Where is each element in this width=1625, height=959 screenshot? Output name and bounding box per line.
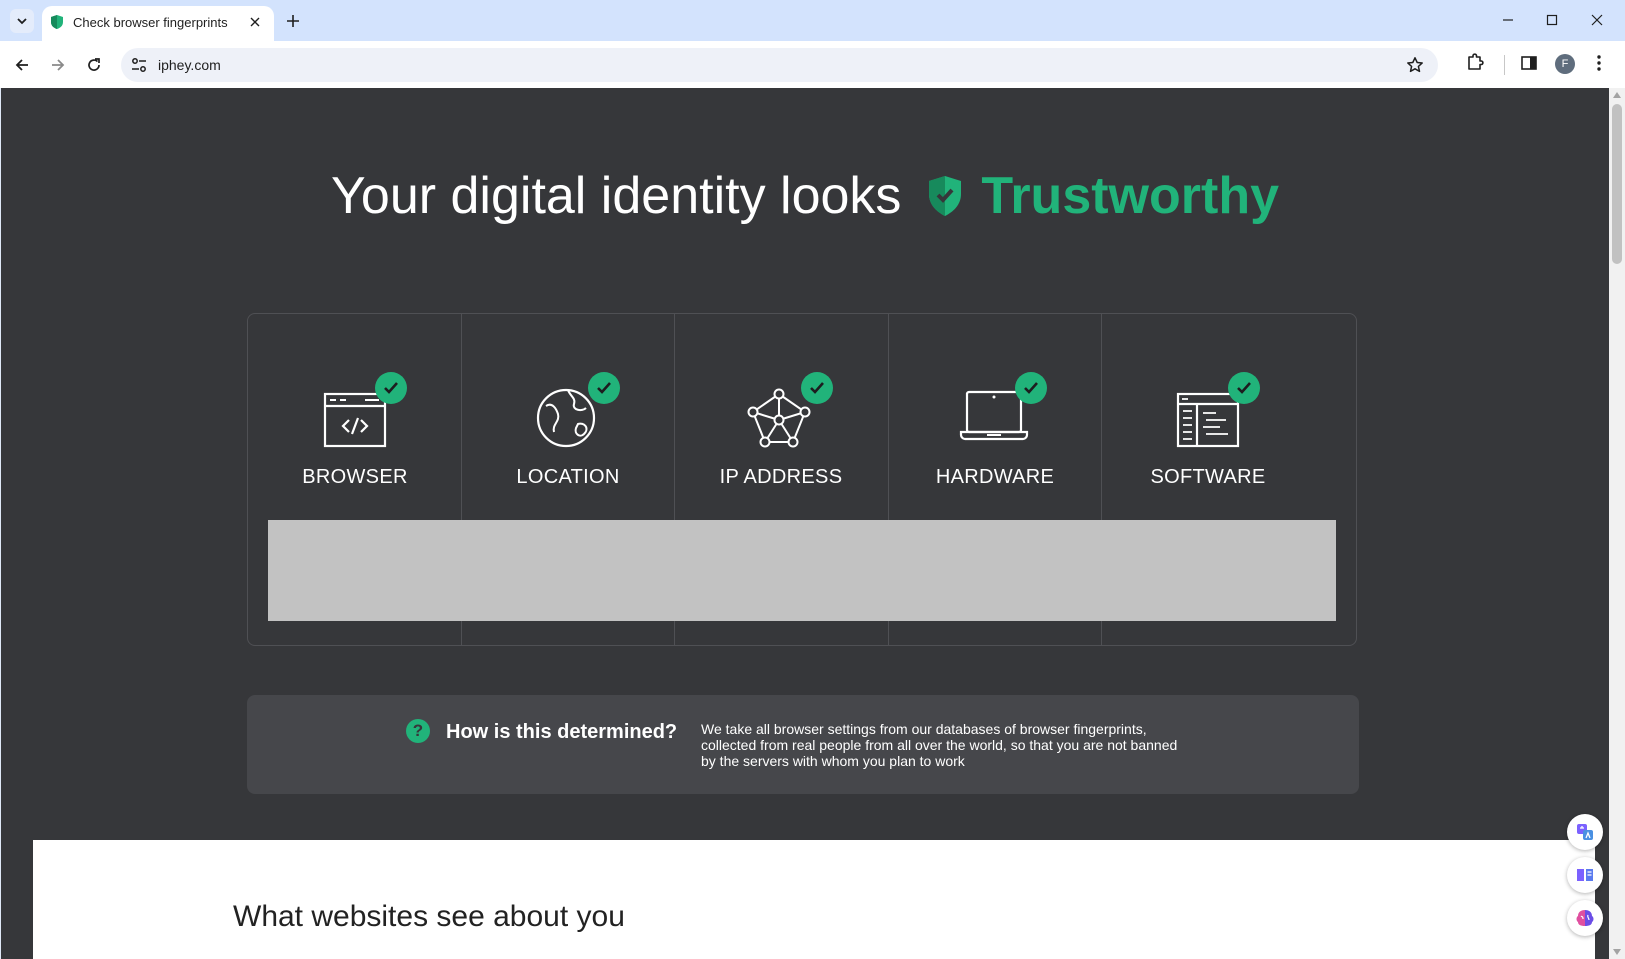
toolbar-separator xyxy=(1504,55,1505,75)
scroll-thumb[interactable] xyxy=(1612,104,1622,264)
category-label: LOCATION xyxy=(516,466,620,488)
scroll-down-icon[interactable] xyxy=(1613,949,1621,955)
arrow-right-icon xyxy=(52,59,65,71)
tab-close-icon[interactable] xyxy=(246,13,264,31)
info-panel: ? How is this determined? We take all br… xyxy=(247,695,1359,794)
minimize-icon xyxy=(1503,19,1513,21)
details-placeholder xyxy=(268,520,1336,621)
kebab-menu-icon[interactable] xyxy=(1596,53,1602,73)
close-window-button[interactable] xyxy=(1583,8,1611,32)
bookmark-star-icon[interactable] xyxy=(1406,56,1424,74)
plus-icon xyxy=(287,15,299,27)
translate-button[interactable] xyxy=(1567,814,1603,850)
extensions-puzzle-icon[interactable] xyxy=(1465,52,1485,72)
verdict: Trustworthy xyxy=(927,166,1279,226)
category-ip-address[interactable]: IP ADDRESS xyxy=(671,372,891,489)
minimize-button[interactable] xyxy=(1494,8,1522,32)
side-panel-icon[interactable] xyxy=(1520,54,1538,72)
check-badge-icon xyxy=(375,372,407,404)
shield-favicon-icon xyxy=(51,15,63,29)
ai-assistant-button[interactable] xyxy=(1567,900,1603,936)
headline-prefix: Your digital identity looks xyxy=(330,167,902,225)
address-bar[interactable]: iphey.com xyxy=(121,48,1438,82)
category-software[interactable]: SOFTWARE xyxy=(1098,372,1318,489)
shield-check-icon xyxy=(929,176,962,216)
forward-button[interactable] xyxy=(44,51,72,79)
site-settings-icon[interactable] xyxy=(130,56,148,74)
headline: Your digital identity looks Trustworthy xyxy=(1,166,1609,226)
profile-avatar[interactable]: F xyxy=(1555,54,1575,74)
maximize-button[interactable] xyxy=(1538,8,1566,32)
book-icon xyxy=(1577,869,1593,881)
reader-button[interactable] xyxy=(1567,857,1603,893)
page-scrollbar[interactable] xyxy=(1609,88,1625,959)
tab-title: Check browser fingerprints xyxy=(73,15,228,30)
info-description: We take all browser settings from our da… xyxy=(701,721,1178,769)
check-badge-icon xyxy=(801,372,833,404)
url-text[interactable]: iphey.com xyxy=(158,57,221,73)
question-icon: ? xyxy=(406,719,430,743)
category-label: SOFTWARE xyxy=(1150,466,1266,488)
scroll-up-icon[interactable] xyxy=(1613,92,1621,98)
category-location[interactable]: LOCATION xyxy=(458,372,678,489)
check-badge-icon xyxy=(1228,372,1260,404)
arrow-left-icon xyxy=(15,59,28,71)
reload-icon xyxy=(88,58,100,71)
new-tab-button[interactable] xyxy=(282,10,304,32)
chevron-down-icon xyxy=(17,18,27,25)
reload-button[interactable] xyxy=(80,51,108,79)
category-label: BROWSER xyxy=(302,466,408,488)
verdict-text: Trustworthy xyxy=(981,167,1279,225)
tab-search-button[interactable] xyxy=(10,9,34,33)
category-hardware[interactable]: HARDWARE xyxy=(885,372,1105,489)
check-badge-icon xyxy=(1015,372,1047,404)
translate-icon xyxy=(1577,824,1593,840)
section-heading: What websites see about you xyxy=(233,900,625,933)
category-label: HARDWARE xyxy=(935,466,1055,488)
website-info-section: What websites see about you xyxy=(33,840,1595,959)
check-badge-icon xyxy=(588,372,620,404)
close-icon xyxy=(1591,14,1603,26)
back-button[interactable] xyxy=(8,51,36,79)
brain-icon xyxy=(1576,910,1594,926)
category-label: IP ADDRESS xyxy=(719,466,843,488)
page-content: Your digital identity looks Trustworthy … xyxy=(1,88,1609,959)
category-browser[interactable]: BROWSER xyxy=(245,372,465,489)
info-title: How is this determined? xyxy=(446,721,678,743)
maximize-icon xyxy=(1546,14,1558,26)
browser-tab[interactable]: Check browser fingerprints xyxy=(42,6,274,41)
